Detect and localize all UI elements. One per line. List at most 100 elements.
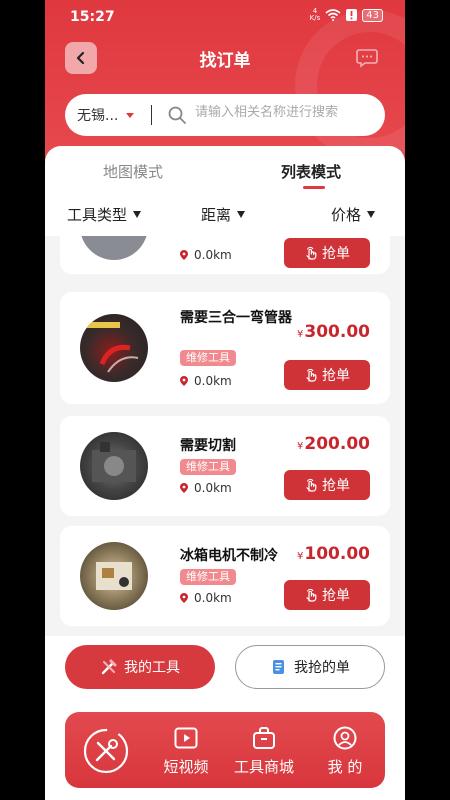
status-bar: 15:27 4 K/s 43 bbox=[45, 0, 405, 32]
order-list[interactable]: 0.0km 抢单 需要三合一弯管器 维修工具 0.0km ¥300.00 抢单 bbox=[45, 236, 405, 636]
filter-label: 工具类型 bbox=[67, 206, 128, 224]
app-screen: 15:27 4 K/s 43 找订单 无锡... 请输入相关名称进行搜索 地图模… bbox=[45, 0, 405, 800]
city-label: 无锡... bbox=[77, 108, 119, 124]
bottom-nav: 短视频 工具商城 我 的 bbox=[65, 712, 385, 788]
user-icon bbox=[333, 726, 357, 750]
nav-short-video[interactable]: 短视频 bbox=[151, 724, 221, 777]
currency-symbol: ¥ bbox=[297, 329, 304, 340]
tab-map-mode[interactable]: 地图模式 bbox=[103, 161, 163, 182]
location-pin-icon bbox=[180, 483, 188, 493]
nav-label: 短视频 bbox=[163, 758, 209, 776]
chat-icon bbox=[356, 49, 378, 68]
message-button[interactable] bbox=[351, 42, 383, 74]
alert-icon bbox=[346, 9, 358, 21]
my-orders-button[interactable]: 我抢的单 bbox=[235, 645, 385, 689]
wifi-icon bbox=[325, 9, 341, 21]
filter-label: 距离 bbox=[201, 206, 232, 224]
order-title: 冰箱电机不制冷 bbox=[180, 548, 278, 564]
nav-find-orders[interactable] bbox=[81, 726, 131, 776]
repair-tools-icon bbox=[83, 728, 129, 774]
order-price: ¥200.00 bbox=[297, 434, 370, 454]
motor-part-image bbox=[96, 562, 132, 590]
filter-tool-type[interactable]: 工具类型 bbox=[67, 204, 142, 225]
search-bar: 无锡... bbox=[65, 94, 385, 136]
machine-image bbox=[92, 442, 136, 482]
status-icons: 4 K/s 43 bbox=[310, 8, 383, 22]
currency-symbol: ¥ bbox=[297, 441, 304, 452]
price-value: 300.00 bbox=[304, 322, 370, 342]
distance-value: 0.0km bbox=[194, 591, 232, 605]
mode-panel: 地图模式 列表模式 工具类型 距离 价格 bbox=[45, 146, 405, 236]
order-card[interactable]: 需要切割 维修工具 0.0km ¥200.00 抢单 bbox=[60, 416, 390, 516]
active-tab-indicator bbox=[303, 186, 325, 189]
order-card[interactable]: 冰箱电机不制冷 维修工具 0.0km ¥100.00 抢单 bbox=[60, 526, 390, 626]
location-pin-icon bbox=[180, 376, 188, 386]
grab-order-button[interactable]: 抢单 bbox=[284, 470, 370, 500]
nav-mine[interactable]: 我 的 bbox=[310, 724, 380, 777]
order-title: 需要三合一弯管器 bbox=[180, 310, 292, 326]
pipe-bender-image bbox=[86, 322, 139, 373]
location-pin-icon bbox=[180, 593, 188, 603]
grab-label: 抢单 bbox=[322, 246, 350, 262]
hand-tap-icon bbox=[306, 588, 317, 602]
grab-label: 抢单 bbox=[322, 588, 350, 604]
hand-tap-icon bbox=[306, 478, 317, 492]
my-tools-button[interactable]: 我的工具 bbox=[65, 645, 215, 689]
divider bbox=[151, 105, 152, 125]
order-title: 需要切割 bbox=[180, 438, 236, 454]
my-orders-label: 我抢的单 bbox=[294, 660, 350, 676]
order-price: ¥100.00 bbox=[297, 544, 370, 564]
price-value: 100.00 bbox=[304, 544, 370, 564]
triangle-down-icon bbox=[133, 211, 142, 218]
distance-value: 0.0km bbox=[194, 374, 232, 388]
order-distance: 0.0km bbox=[180, 374, 232, 388]
order-price: ¥300.00 bbox=[297, 322, 370, 342]
document-icon bbox=[273, 660, 284, 674]
search-input[interactable] bbox=[193, 104, 377, 121]
bag-icon bbox=[253, 727, 275, 749]
order-tag: 维修工具 bbox=[180, 350, 236, 366]
order-card[interactable]: 需要三合一弯管器 维修工具 0.0km ¥300.00 抢单 bbox=[60, 292, 390, 404]
location-pin-icon bbox=[180, 250, 188, 260]
grab-order-button[interactable]: 抢单 bbox=[284, 580, 370, 610]
nav-label: 工具商城 bbox=[233, 758, 294, 776]
network-speed-unit: K/s bbox=[309, 14, 321, 22]
order-thumbnail bbox=[80, 542, 148, 610]
nav-tool-mall[interactable]: 工具商城 bbox=[229, 724, 299, 777]
filter-label: 价格 bbox=[331, 206, 362, 224]
grab-label: 抢单 bbox=[322, 478, 350, 494]
hand-tap-icon bbox=[306, 246, 317, 260]
order-thumbnail bbox=[80, 314, 148, 382]
triangle-down-icon bbox=[237, 211, 246, 218]
nav-label: 我 的 bbox=[327, 758, 363, 776]
caret-down-icon bbox=[126, 112, 135, 118]
filter-price[interactable]: 价格 bbox=[331, 204, 376, 225]
order-distance: 0.0km bbox=[180, 481, 232, 495]
city-selector[interactable]: 无锡... bbox=[77, 105, 135, 125]
order-distance: 0.0km bbox=[180, 248, 232, 262]
my-tools-label: 我的工具 bbox=[124, 660, 180, 676]
status-time: 15:27 bbox=[70, 9, 115, 25]
distance-value: 0.0km bbox=[194, 248, 232, 262]
triangle-down-icon bbox=[367, 211, 376, 218]
distance-value: 0.0km bbox=[194, 481, 232, 495]
battery-icon: 43 bbox=[362, 8, 383, 22]
title-bar: 找订单 bbox=[45, 38, 405, 78]
filter-distance[interactable]: 距离 bbox=[201, 204, 246, 225]
tab-list-mode[interactable]: 列表模式 bbox=[281, 161, 341, 182]
video-icon bbox=[174, 727, 198, 749]
price-value: 200.00 bbox=[304, 434, 370, 454]
order-distance: 0.0km bbox=[180, 591, 232, 605]
order-card[interactable]: 0.0km 抢单 bbox=[60, 236, 390, 274]
order-thumbnail bbox=[80, 236, 148, 260]
currency-symbol: ¥ bbox=[297, 551, 304, 562]
tools-icon bbox=[101, 659, 117, 675]
grab-label: 抢单 bbox=[322, 368, 350, 384]
grab-order-button[interactable]: 抢单 bbox=[284, 360, 370, 390]
order-tag: 维修工具 bbox=[180, 459, 236, 475]
order-thumbnail bbox=[80, 432, 148, 500]
order-tag: 维修工具 bbox=[180, 569, 236, 585]
hand-tap-icon bbox=[306, 368, 317, 382]
network-speed: 4 K/s bbox=[310, 8, 321, 22]
grab-order-button[interactable]: 抢单 bbox=[284, 238, 370, 268]
